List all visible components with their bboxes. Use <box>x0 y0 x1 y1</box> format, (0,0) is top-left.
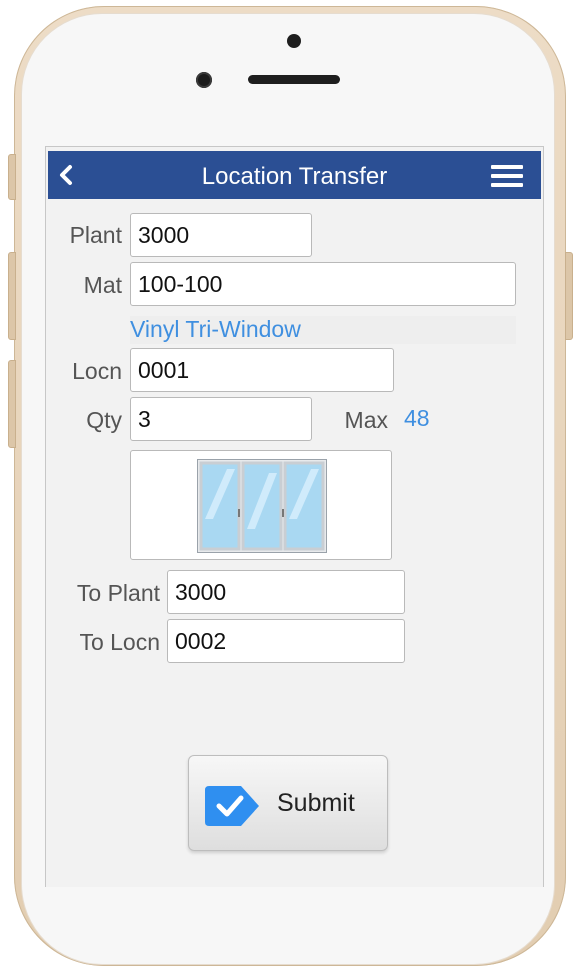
to-locn-field[interactable]: 0002 <box>167 619 405 663</box>
tri-window-image <box>197 459 327 553</box>
earpiece-speaker <box>248 75 340 84</box>
material-image <box>130 450 392 560</box>
camera-dot <box>287 34 301 48</box>
locn-field[interactable]: 0001 <box>130 348 394 392</box>
qty-label: Qty <box>86 407 122 433</box>
page-title: Location Transfer <box>201 163 388 190</box>
plant-label: Plant <box>69 222 122 248</box>
front-camera <box>196 72 212 88</box>
check-tag-icon <box>205 786 259 826</box>
submit-label: Submit <box>277 789 355 817</box>
locn-label: Locn <box>72 358 122 384</box>
phone-side-button <box>8 154 16 200</box>
to-plant-field[interactable]: 3000 <box>167 570 405 614</box>
phone-volume-up <box>8 252 16 340</box>
max-label: Max <box>344 407 388 433</box>
to-plant-label: To Plant <box>76 580 160 606</box>
mat-field[interactable]: 100-100 <box>130 262 516 306</box>
material-description-link[interactable]: Vinyl Tri-Window <box>130 316 516 344</box>
plant-field[interactable]: 3000 <box>130 213 312 257</box>
phone-volume-down <box>8 360 16 448</box>
mat-label: Mat <box>83 272 122 298</box>
submit-button[interactable]: Submit <box>188 755 388 851</box>
hamburger-menu-icon <box>491 165 523 169</box>
max-value: 48 <box>404 405 430 431</box>
title-bar: Location Transfer <box>48 151 541 199</box>
phone-power-button <box>565 252 573 340</box>
qty-field[interactable]: 3 <box>130 397 312 441</box>
menu-button[interactable] <box>491 165 523 187</box>
to-locn-label: To Locn <box>79 629 160 655</box>
